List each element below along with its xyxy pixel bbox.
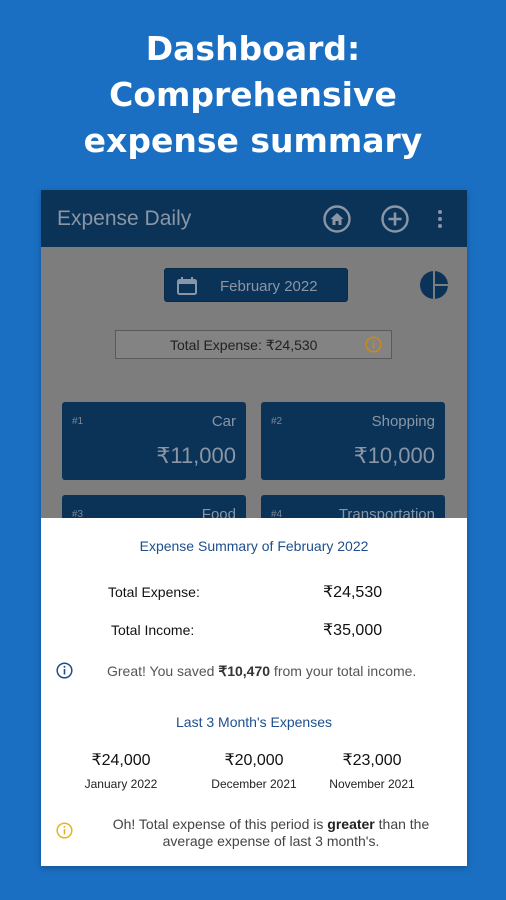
warning-bold: greater [327, 816, 375, 832]
history-month: December 2021 [211, 777, 297, 791]
info-icon [56, 662, 73, 679]
card-name: Car [211, 413, 236, 430]
month-label: February 2022 [220, 278, 318, 295]
total-income-row-value: ₹35,000 [323, 622, 383, 639]
savings-prefix: Great! You saved [107, 663, 219, 679]
promo-line-3: expense summary [83, 121, 423, 160]
add-circle-icon[interactable] [380, 204, 410, 234]
card-amount: ₹10,000 [353, 443, 435, 468]
total-expense-box[interactable]: Total Expense: ₹24,530 [115, 330, 392, 359]
card-amount: ₹11,000 [156, 443, 236, 468]
history-item-january: ₹24,000 January 2022 [56, 750, 186, 791]
total-expense-row-value: ₹24,530 [323, 584, 383, 601]
info-icon[interactable] [365, 336, 382, 353]
history-title: Last 3 Month's Expenses [176, 714, 332, 730]
comparison-warning: Oh! Total expense of this period is grea… [91, 816, 451, 850]
history-amount: ₹23,000 [342, 752, 402, 769]
savings-message: Great! You saved ₹10,470 from your total… [107, 663, 416, 680]
summary-title: Expense Summary of February 2022 [139, 538, 369, 554]
total-expense-label: Total Expense: ₹24,530 [170, 337, 318, 353]
total-expense-row-label: Total Expense: [108, 584, 200, 600]
total-income-row-label: Total Income: [111, 622, 195, 638]
promo-line-1: Dashboard: [145, 29, 361, 68]
card-rank: #1 [72, 416, 84, 427]
category-card-shopping[interactable]: #2 Shopping ₹10,000 [261, 402, 445, 480]
more-vert-icon[interactable] [434, 204, 446, 234]
promo-headline: Dashboard: Comprehensive expense summary [0, 26, 506, 164]
expense-summary-sheet: Expense Summary of February 2022 Total E… [41, 518, 467, 866]
warning-prefix: Oh! Total expense of this period is [112, 816, 328, 832]
history-item-december: ₹20,000 December 2021 [189, 750, 319, 791]
savings-suffix: from your total income. [270, 663, 417, 679]
card-rank: #2 [271, 416, 283, 427]
month-selector-button[interactable]: February 2022 [164, 268, 348, 302]
app-bar: Expense Daily [41, 190, 467, 247]
phone-screen: Expense Daily February 2022 Total Expens… [41, 190, 467, 866]
history-amount: ₹20,000 [224, 752, 284, 769]
calendar-icon [177, 277, 197, 295]
history-item-november: ₹23,000 November 2021 [307, 750, 437, 791]
warning-info-icon [56, 822, 73, 839]
app-title: Expense Daily [57, 207, 192, 230]
card-name: Shopping [371, 413, 435, 430]
history-month: November 2021 [329, 777, 415, 791]
category-card-car[interactable]: #1 Car ₹11,000 [62, 402, 246, 480]
promo-line-2: Comprehensive [109, 75, 397, 114]
history-amount: ₹24,000 [91, 752, 151, 769]
savings-amount: ₹10,470 [218, 663, 271, 679]
history-month: January 2022 [84, 777, 158, 791]
home-icon[interactable] [322, 204, 352, 234]
pie-chart-icon[interactable] [419, 270, 449, 300]
